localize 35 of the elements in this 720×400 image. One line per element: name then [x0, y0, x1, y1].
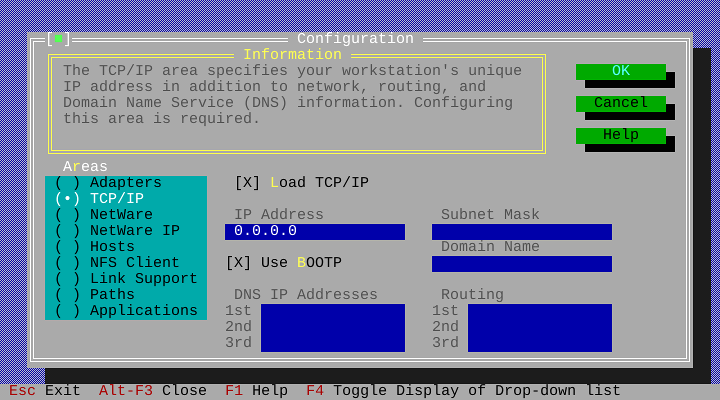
input-field[interactable]: [261, 304, 405, 352]
ordinal-label: 2nd: [225, 320, 252, 336]
area-radio-item[interactable]: ( ) NFS Client: [54, 256, 207, 272]
field-label: IP Address: [234, 208, 326, 224]
ordinal-label: 1st: [225, 304, 252, 320]
checkbox[interactable]: [X] Use BOOTP: [225, 256, 360, 272]
area-radio-item[interactable]: ( ) Link Support: [54, 272, 207, 288]
input-field[interactable]: [432, 256, 612, 272]
area-radio-item[interactable]: ( ) NetWare IP: [54, 224, 207, 240]
dialog-button[interactable]: Help: [576, 128, 666, 144]
area-radio-item[interactable]: ( ) Adapters: [54, 176, 207, 192]
information-text: The TCP/IP area specifies your workstation's unique IP address in addition to network, routing, and Domain Name Service (DNS) information. Configuring this area is required.: [63, 64, 524, 128]
input-field[interactable]: [432, 224, 612, 240]
field-label: DNS IP Addresses: [234, 288, 380, 304]
ordinal-label: 1st: [432, 304, 459, 320]
shortcut-action: Help: [252, 384, 288, 400]
field-label: Domain Name: [441, 240, 542, 256]
field-label: Routing: [441, 288, 506, 304]
input-field[interactable]: [468, 304, 612, 352]
areas-label: Areas: [63, 160, 110, 176]
shortcut-action: Exit: [45, 384, 82, 400]
input-field[interactable]: 0.0.0.0: [225, 224, 405, 240]
field-label: Subnet Mask: [441, 208, 542, 224]
area-radio-item[interactable]: ( ) NetWare: [54, 208, 207, 224]
area-radio-item[interactable]: ( ) Hosts: [54, 240, 207, 256]
checkbox[interactable]: [X] Load TCP/IP: [234, 176, 396, 192]
area-radio-item[interactable]: ( ) Paths: [54, 288, 207, 304]
ordinal-label: 2nd: [432, 320, 459, 336]
dialog-button[interactable]: Cancel: [576, 96, 666, 112]
shortcut-action: Close: [162, 384, 208, 400]
ordinal-label: 3rd: [432, 336, 459, 352]
ordinal-label: 3rd: [225, 336, 252, 352]
shortcut-action: Toggle Display of Drop-down list: [333, 384, 622, 400]
window-title: Configuration: [288, 32, 423, 48]
area-radio-item[interactable]: ( ) Applications: [54, 304, 207, 320]
